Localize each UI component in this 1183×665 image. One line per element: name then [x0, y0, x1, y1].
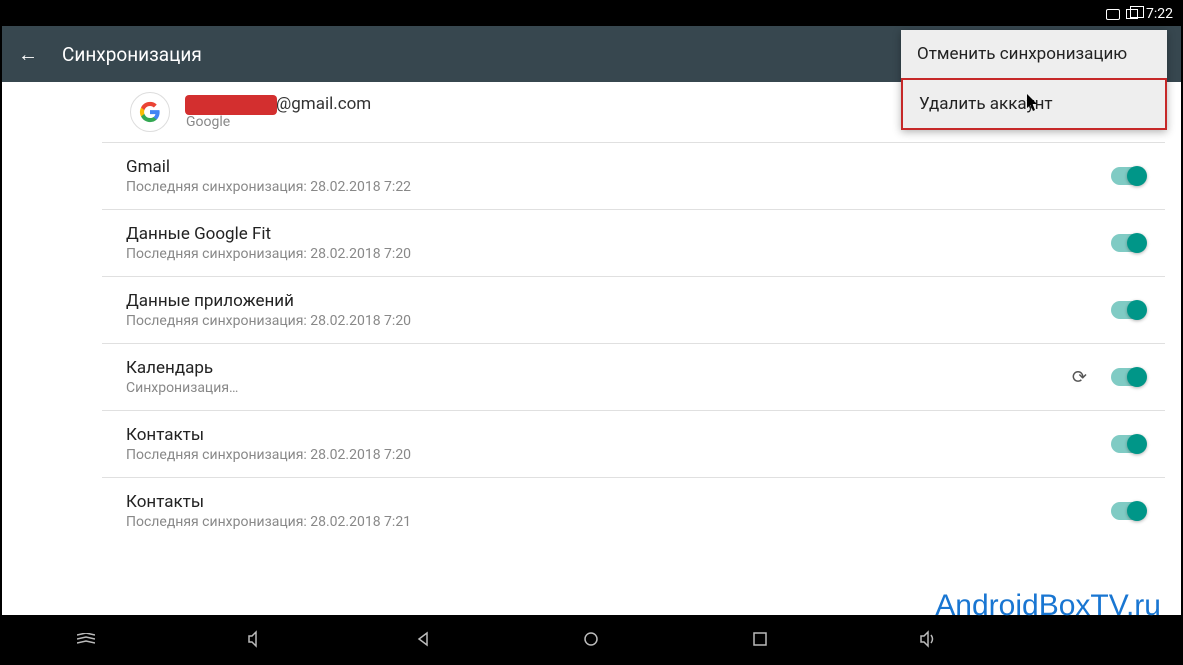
sync-item-appdata[interactable]: Данные приложений Последняя синхронизаци… [102, 276, 1165, 343]
back-arrow-icon[interactable]: ← [18, 42, 38, 67]
sync-title: Данные приложений [126, 291, 411, 311]
sync-item-gmail[interactable]: Gmail Последняя синхронизация: 28.02.201… [102, 142, 1165, 209]
sync-title: Календарь [126, 358, 238, 378]
sync-title: Gmail [126, 157, 411, 177]
menu-delete-account[interactable]: Удалить аккаунт [901, 78, 1167, 130]
sync-subtitle: Последняя синхронизация: 28.02.2018 7:20 [126, 447, 411, 463]
page-title: Синхронизация [62, 43, 202, 66]
sync-subtitle: Последняя синхронизация: 28.02.2018 7:21 [126, 514, 411, 530]
sync-toggle[interactable] [1111, 167, 1145, 185]
sync-subtitle: Синхронизация… [126, 380, 238, 396]
status-time: 7:22 [1146, 6, 1173, 22]
sync-toggle[interactable] [1111, 368, 1145, 386]
sync-title: Контакты [126, 425, 411, 445]
overflow-menu: Отменить синхронизацию Удалить аккаунт [901, 30, 1167, 130]
sync-title: Контакты [126, 492, 411, 512]
volume-up-icon[interactable] [898, 630, 958, 648]
google-logo-icon [130, 92, 170, 132]
status-bar: 7:22 [2, 2, 1181, 26]
sync-item-googlefit[interactable]: Данные Google Fit Последняя синхронизаци… [102, 209, 1165, 276]
content-area: @gmail.com Google Gmail Последняя синхро… [2, 82, 1181, 619]
sync-item-calendar[interactable]: Календарь Синхронизация… ⟳ [102, 343, 1165, 410]
sync-item-contacts2[interactable]: Контакты Последняя синхронизация: 28.02.… [102, 477, 1165, 544]
sync-list: Gmail Последняя синхронизация: 28.02.201… [2, 142, 1181, 544]
account-provider: Google [186, 114, 371, 130]
sync-item-contacts[interactable]: Контакты Последняя синхронизация: 28.02.… [102, 410, 1165, 477]
volume-down-icon[interactable] [225, 630, 285, 648]
nav-back-icon[interactable] [393, 631, 453, 647]
account-email: @gmail.com [186, 94, 371, 114]
multiwindow-icon [1126, 9, 1138, 19]
sync-subtitle: Последняя синхронизация: 28.02.2018 7:20 [126, 246, 411, 262]
sync-refresh-icon: ⟳ [1072, 367, 1087, 388]
nav-recent-icon[interactable] [730, 632, 790, 646]
sync-toggle[interactable] [1111, 502, 1145, 520]
redacted-text [186, 96, 276, 114]
sync-subtitle: Последняя синхронизация: 28.02.2018 7:22 [126, 179, 411, 195]
nav-drawer-icon[interactable] [56, 633, 116, 645]
sync-subtitle: Последняя синхронизация: 28.02.2018 7:20 [126, 313, 411, 329]
sync-toggle[interactable] [1111, 435, 1145, 453]
cast-icon [1106, 9, 1120, 20]
menu-cancel-sync[interactable]: Отменить синхронизацию [901, 30, 1167, 78]
sync-toggle[interactable] [1111, 301, 1145, 319]
sync-toggle[interactable] [1111, 234, 1145, 252]
sync-title: Данные Google Fit [126, 224, 411, 244]
nav-home-icon[interactable] [561, 631, 621, 647]
watermark-text: AndroidBoxTV.ru [935, 589, 1161, 623]
